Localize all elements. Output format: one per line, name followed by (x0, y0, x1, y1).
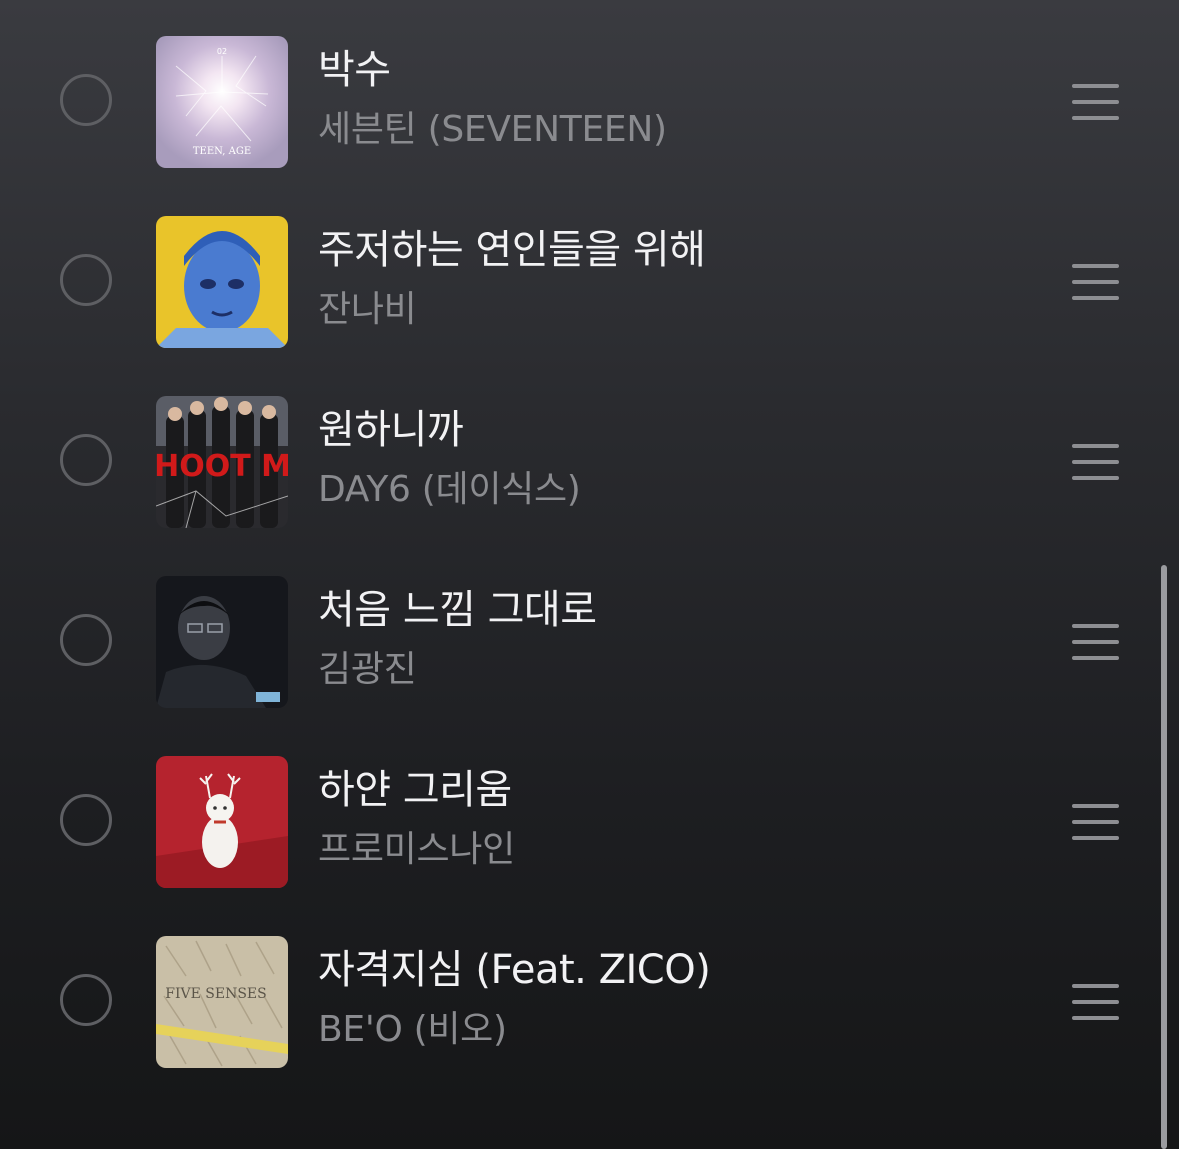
select-circle-icon[interactable] (60, 74, 112, 126)
album-art-text: SHOOT ME (156, 449, 288, 484)
song-title: 하얀 그리움 (318, 767, 512, 813)
select-circle-icon[interactable] (60, 614, 112, 666)
select-circle-icon[interactable] (60, 974, 112, 1026)
song-row[interactable]: 02 TEEN, AGE 박수 세븐틴 (SEVENTEEN) (0, 36, 1160, 168)
song-title: 처음 느낌 그대로 (318, 587, 597, 633)
album-art: FIVE SENSES (156, 936, 288, 1068)
drag-handle-icon[interactable] (1072, 444, 1119, 480)
song-title: 박수 (318, 47, 391, 93)
scrollbar[interactable] (1161, 565, 1167, 1149)
song-title: 원하니까 (318, 407, 464, 453)
song-row[interactable]: 주저하는 연인들을 위해 잔나비 (0, 216, 1160, 348)
song-row[interactable]: 처음 느낌 그대로 김광진 (0, 576, 1160, 708)
drag-handle-icon[interactable] (1072, 984, 1119, 1020)
song-list: 02 TEEN, AGE 박수 세븐틴 (SEVENTEEN) 주저하는 연인들… (0, 0, 1179, 1149)
select-circle-icon[interactable] (60, 794, 112, 846)
song-title: 자격지심 (Feat. ZICO) (318, 947, 711, 993)
album-art-text: TEEN, AGE (193, 146, 251, 157)
song-artist: 세븐틴 (SEVENTEEN) (318, 109, 667, 150)
song-artist: 김광진 (318, 649, 417, 690)
album-art-text: FIVE SENSES (165, 986, 267, 1002)
song-row[interactable]: FIVE SENSES 자격지심 (Feat. ZICO) BE'O (비오) (0, 936, 1160, 1068)
song-artist: BE'O (비오) (318, 1009, 507, 1050)
album-art (156, 576, 288, 708)
song-artist: DAY6 (데이식스) (318, 469, 581, 510)
album-art (156, 756, 288, 888)
song-row[interactable]: 하얀 그리움 프로미스나인 (0, 756, 1160, 888)
svg-text:02: 02 (217, 47, 227, 56)
drag-handle-icon[interactable] (1072, 804, 1119, 840)
song-artist: 잔나비 (318, 289, 417, 330)
song-row[interactable]: SHOOT ME 원하니까 DAY6 (데이식스) (0, 396, 1160, 528)
song-title: 주저하는 연인들을 위해 (318, 227, 706, 273)
drag-handle-icon[interactable] (1072, 624, 1119, 660)
drag-handle-icon[interactable] (1072, 84, 1119, 120)
select-circle-icon[interactable] (60, 434, 112, 486)
album-art (156, 216, 288, 348)
song-artist: 프로미스나인 (318, 829, 515, 870)
select-circle-icon[interactable] (60, 254, 112, 306)
album-art: 02 TEEN, AGE (156, 36, 288, 168)
album-art: SHOOT ME (156, 396, 288, 528)
drag-handle-icon[interactable] (1072, 264, 1119, 300)
